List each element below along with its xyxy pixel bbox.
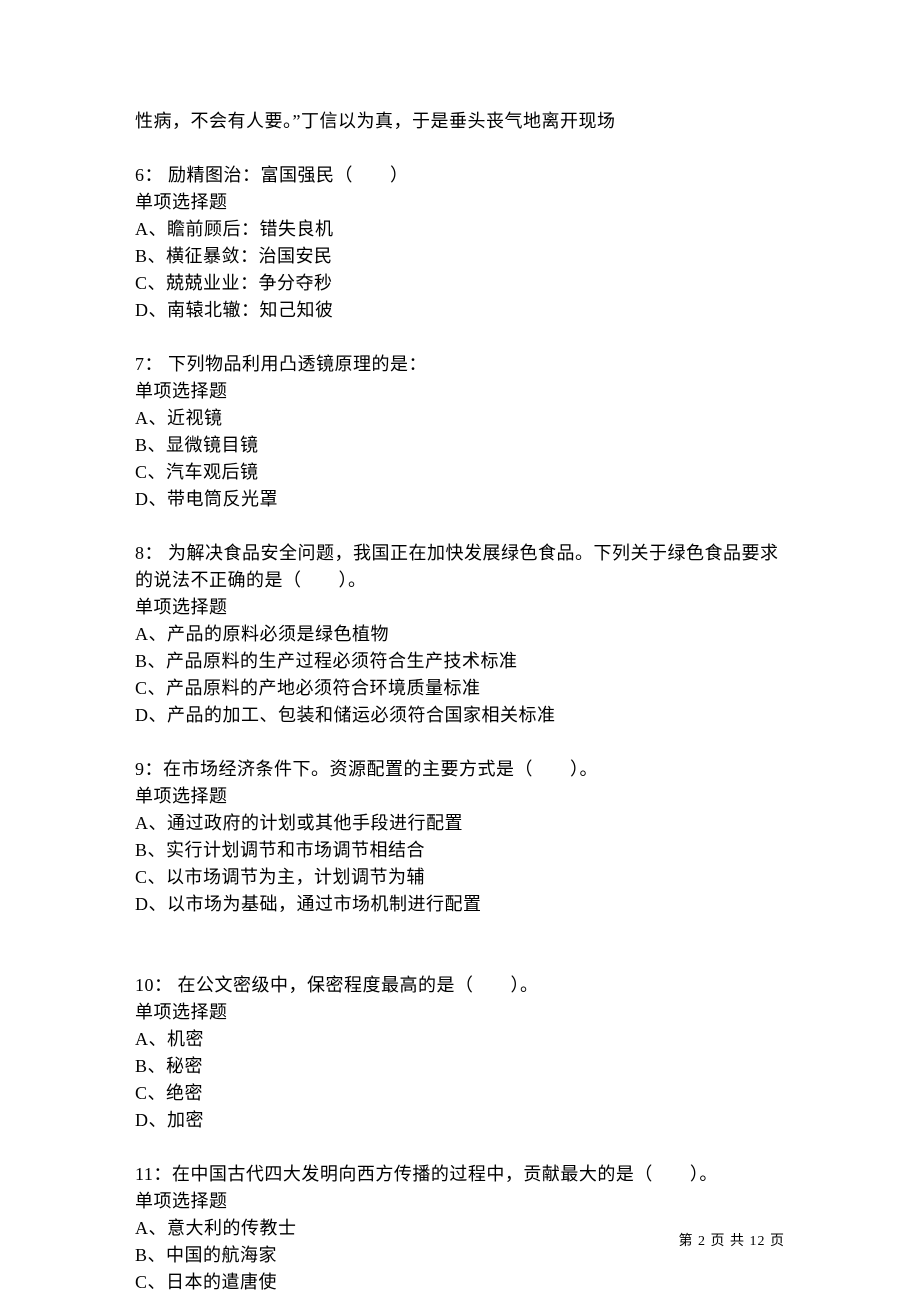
question-stem: 9：在市场经济条件下。资源配置的主要方式是（ ）。 — [135, 756, 785, 783]
option-d: D、南辕北辙：知己知彼 — [135, 297, 785, 324]
question-type: 单项选择题 — [135, 999, 785, 1026]
option-c: C、产品原料的产地必须符合环境质量标准 — [135, 675, 785, 702]
option-a: A、产品的原料必须是绿色植物 — [135, 621, 785, 648]
question-stem: 8： 为解决食品安全问题，我国正在加快发展绿色食品。下列关于绿色食品要求的说法不… — [135, 540, 785, 594]
question-8: 8： 为解决食品安全问题，我国正在加快发展绿色食品。下列关于绿色食品要求的说法不… — [135, 540, 785, 729]
question-text: 在市场经济条件下。资源配置的主要方式是（ ）。 — [163, 759, 598, 779]
continuation-line: 性病，不会有人要。”丁信以为真，于是垂头丧气地离开现场 — [135, 108, 785, 135]
question-type: 单项选择题 — [135, 783, 785, 810]
question-number: 6： — [135, 165, 163, 185]
option-d: D、带电筒反光罩 — [135, 486, 785, 513]
question-stem: 10： 在公文密级中，保密程度最高的是（ ）。 — [135, 972, 785, 999]
question-6: 6： 励精图治：富国强民（ ） 单项选择题 A、瞻前顾后：错失良机 B、横征暴敛… — [135, 162, 785, 324]
option-d: D、以市场为基础，通过市场机制进行配置 — [135, 891, 785, 918]
continuation-text: 性病，不会有人要。”丁信以为真，于是垂头丧气地离开现场 — [135, 108, 785, 135]
question-stem: 6： 励精图治：富国强民（ ） — [135, 162, 785, 189]
question-number: 9： — [135, 759, 163, 779]
option-b: B、秘密 — [135, 1053, 785, 1080]
question-number: 11： — [135, 1164, 172, 1184]
question-text: 在中国古代四大发明向西方传播的过程中，贡献最大的是（ ）。 — [172, 1164, 718, 1184]
option-b: B、实行计划调节和市场调节相结合 — [135, 837, 785, 864]
option-a: A、机密 — [135, 1026, 785, 1053]
option-a: A、通过政府的计划或其他手段进行配置 — [135, 810, 785, 837]
question-number: 8： — [135, 543, 163, 563]
option-b: B、横征暴敛：治国安民 — [135, 243, 785, 270]
question-number: 10： — [135, 975, 173, 995]
option-a: A、瞻前顾后：错失良机 — [135, 216, 785, 243]
question-number: 7： — [135, 354, 163, 374]
option-b: B、产品原料的生产过程必须符合生产技术标准 — [135, 648, 785, 675]
option-c: C、绝密 — [135, 1080, 785, 1107]
question-type: 单项选择题 — [135, 594, 785, 621]
page-content: 性病，不会有人要。”丁信以为真，于是垂头丧气地离开现场 6： 励精图治：富国强民… — [0, 0, 920, 1296]
question-11: 11：在中国古代四大发明向西方传播的过程中，贡献最大的是（ ）。 单项选择题 A… — [135, 1161, 785, 1296]
question-text: 在公文密级中，保密程度最高的是（ ）。 — [173, 975, 539, 995]
option-a: A、近视镜 — [135, 405, 785, 432]
question-stem: 11：在中国古代四大发明向西方传播的过程中，贡献最大的是（ ）。 — [135, 1161, 785, 1188]
page-footer: 第 2 页 共 12 页 — [679, 1231, 786, 1252]
option-c: C、汽车观后镜 — [135, 459, 785, 486]
question-stem: 7： 下列物品利用凸透镜原理的是： — [135, 351, 785, 378]
question-type: 单项选择题 — [135, 1188, 785, 1215]
question-text: 励精图治：富国强民（ ） — [163, 165, 409, 185]
question-7: 7： 下列物品利用凸透镜原理的是： 单项选择题 A、近视镜 B、显微镜目镜 C、… — [135, 351, 785, 513]
option-d: D、加密 — [135, 1107, 785, 1134]
option-c: C、以市场调节为主，计划调节为辅 — [135, 864, 785, 891]
question-text: 为解决食品安全问题，我国正在加快发展绿色食品。下列关于绿色食品要求的说法不正确的… — [135, 543, 779, 590]
question-9: 9：在市场经济条件下。资源配置的主要方式是（ ）。 单项选择题 A、通过政府的计… — [135, 756, 785, 918]
option-c: C、日本的遣唐使 — [135, 1269, 785, 1296]
option-d: D、产品的加工、包装和储运必须符合国家相关标准 — [135, 702, 785, 729]
question-text: 下列物品利用凸透镜原理的是： — [163, 354, 427, 374]
option-b: B、显微镜目镜 — [135, 432, 785, 459]
question-10: 10： 在公文密级中，保密程度最高的是（ ）。 单项选择题 A、机密 B、秘密 … — [135, 972, 785, 1134]
option-c: C、兢兢业业：争分夺秒 — [135, 270, 785, 297]
question-type: 单项选择题 — [135, 378, 785, 405]
question-type: 单项选择题 — [135, 189, 785, 216]
